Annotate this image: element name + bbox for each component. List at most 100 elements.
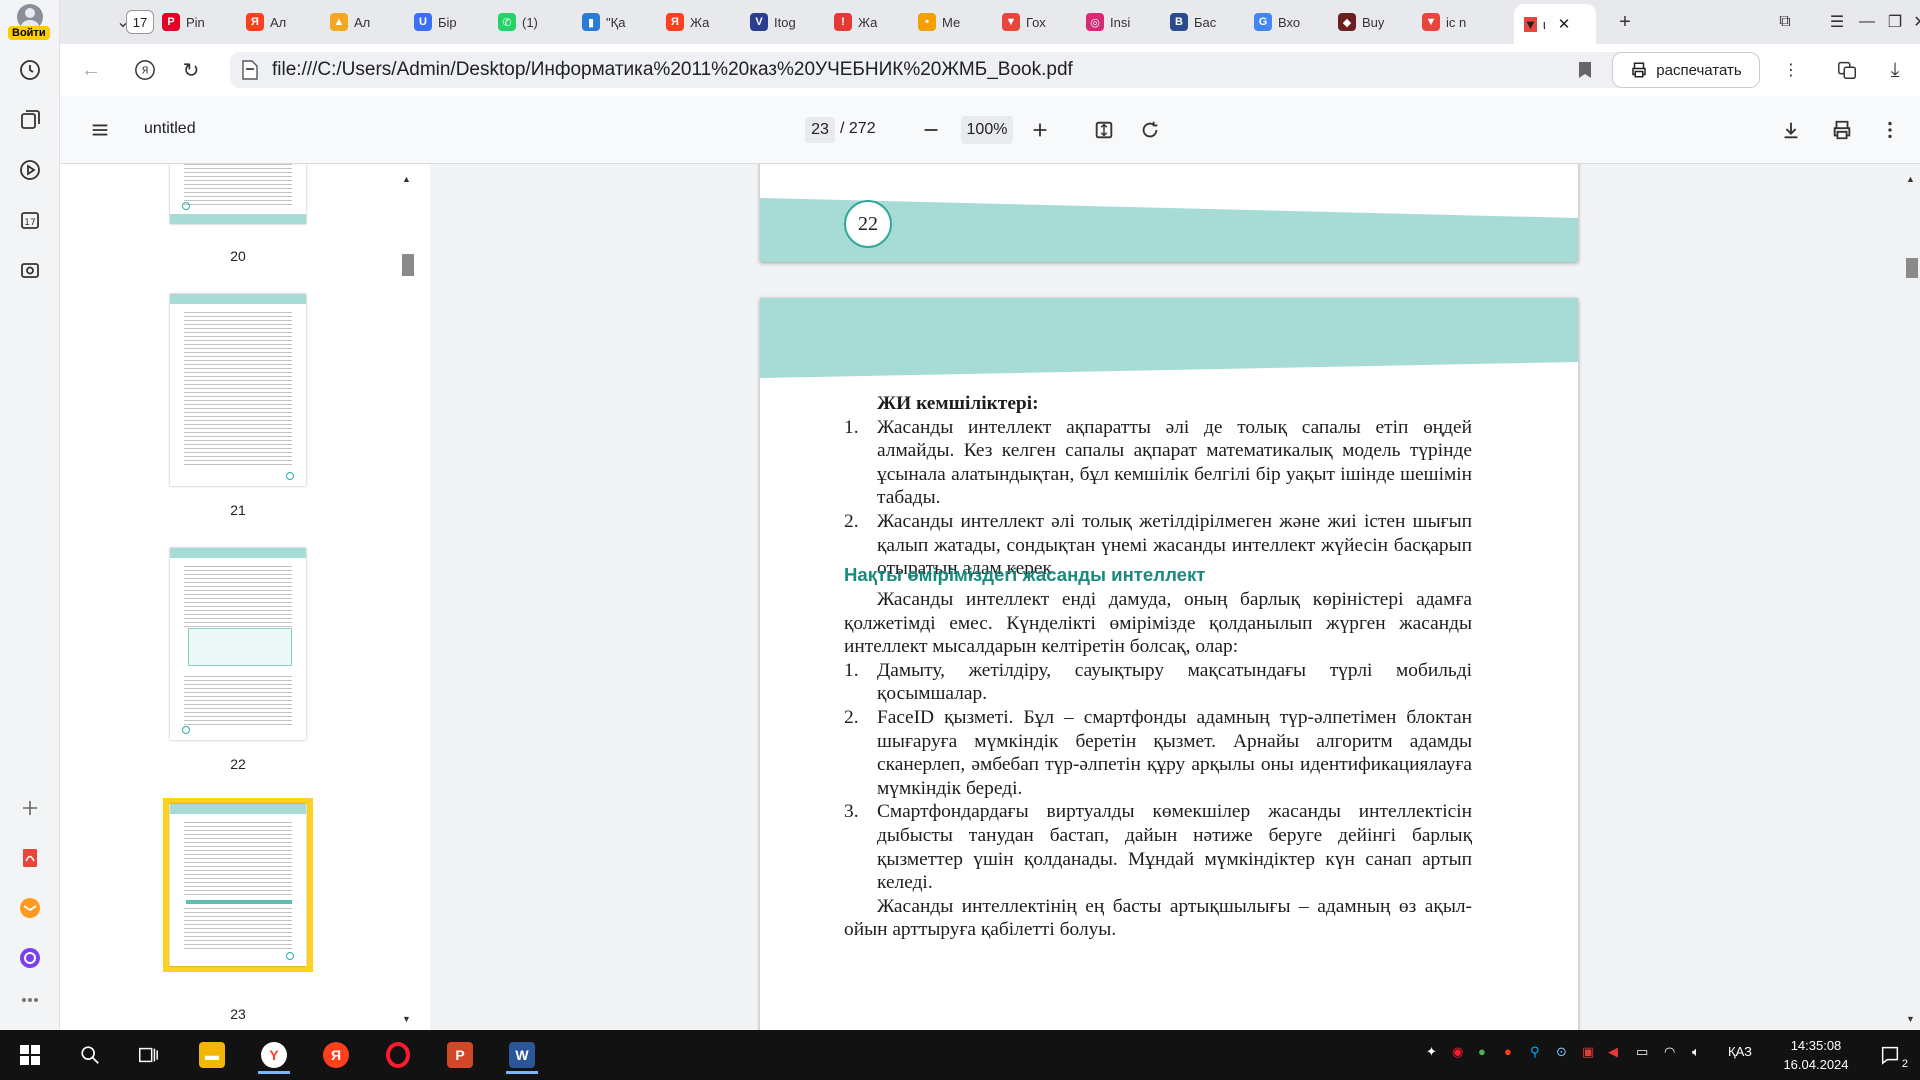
tab-15[interactable]: ▼ ic n	[1422, 8, 1468, 36]
url-field[interactable]: file:///C:/Users/Admin/Desktop/Информати…	[230, 52, 1650, 88]
search-icon[interactable]	[68, 1036, 112, 1074]
scrollbar-thumb[interactable]	[402, 254, 414, 276]
minimize-icon[interactable]: —	[1852, 8, 1882, 36]
tab-5[interactable]: ▮ "Қа	[582, 8, 628, 36]
add-panel-icon[interactable]	[12, 790, 48, 826]
zoom-in-icon[interactable]	[1026, 116, 1054, 144]
menu-icon[interactable]: ☰	[1822, 8, 1852, 36]
list-item: 3. Смартфондардағы виртуалды көмекшілер ж…	[844, 801, 1472, 894]
yandex-icon: Я	[666, 13, 684, 31]
more-icon[interactable]	[12, 990, 48, 1010]
tab-12[interactable]: B Бас	[1170, 8, 1216, 36]
close-window-icon[interactable]: ✕	[1905, 8, 1920, 36]
print-icon[interactable]	[1828, 116, 1856, 144]
yandex-tray-icon[interactable]: ●	[1504, 1044, 1512, 1059]
volume-icon[interactable]: 🔈︎	[1692, 1044, 1700, 1060]
scroll-down-icon[interactable]: ▼	[1906, 1014, 1915, 1024]
pdf-app-icon[interactable]	[12, 840, 48, 876]
close-tab-icon[interactable]: ✕	[1558, 15, 1571, 33]
network-drive-icon[interactable]: ⊙	[1556, 1044, 1567, 1060]
pdf-title: untitled	[144, 120, 196, 137]
opera-icon[interactable]	[376, 1036, 420, 1074]
tab-3[interactable]: U Бір	[414, 8, 460, 36]
scroll-up-icon[interactable]: ▲	[402, 174, 411, 184]
translate-icon[interactable]	[1832, 56, 1862, 84]
viewer-scrollbar[interactable]: ▲ ▼	[1904, 174, 1918, 1024]
tab-4[interactable]: ✆ (1)	[498, 8, 544, 36]
scroll-down-icon[interactable]: ▼	[402, 1014, 411, 1024]
screenshot-icon[interactable]	[12, 252, 48, 288]
rotate-icon[interactable]	[1136, 116, 1164, 144]
tab-1[interactable]: Я Ал	[246, 8, 292, 36]
powerpoint-icon[interactable]: P	[438, 1036, 482, 1074]
tab-13[interactable]: G Вхо	[1254, 8, 1300, 36]
chevron-down-icon[interactable]: ⌄	[108, 8, 138, 36]
pdf-icon: ▼	[1422, 13, 1440, 31]
downloads-icon[interactable]: ⤓	[1880, 56, 1910, 84]
antivirus-icon[interactable]: ▣	[1582, 1044, 1594, 1060]
pdf-icon: ▼	[1002, 13, 1020, 31]
back-icon[interactable]: ←	[76, 56, 106, 84]
scrollbar-thumb[interactable]	[1906, 258, 1918, 278]
zoom-field[interactable]: 100%	[961, 116, 1013, 144]
profile-button[interactable]: Войти	[4, 2, 56, 44]
thumbnail-page-current[interactable]	[170, 804, 306, 966]
zoom-out-icon[interactable]	[917, 116, 945, 144]
thumbnail-label: 22	[230, 756, 246, 772]
thumbnail-page[interactable]	[170, 548, 306, 740]
mail-app-icon[interactable]	[12, 890, 48, 926]
yandex-home-icon[interactable]: Я	[130, 56, 160, 84]
video-icon[interactable]	[12, 152, 48, 188]
download-icon[interactable]	[1777, 116, 1805, 144]
pdf-more-icon[interactable]	[1876, 116, 1904, 144]
clock-time: 14:35:08	[1790, 1038, 1842, 1053]
thumbnail-page[interactable]	[170, 164, 306, 224]
image-icon: ▲	[330, 13, 348, 31]
yandex-browser-icon[interactable]: Y	[252, 1036, 296, 1074]
scroll-up-icon[interactable]: ▲	[1906, 174, 1915, 184]
tab-8[interactable]: ! Жа	[834, 8, 880, 36]
word-icon[interactable]: W	[500, 1036, 544, 1074]
language-indicator[interactable]: ҚАЗ	[1728, 1044, 1752, 1059]
tab-0[interactable]: P Pin	[162, 8, 208, 36]
yandex-icon[interactable]: Я	[314, 1036, 358, 1074]
reload-icon[interactable]: ↻	[176, 56, 206, 84]
tabs-overview-icon[interactable]: ⧉	[1770, 8, 1800, 36]
history-icon[interactable]	[12, 52, 48, 88]
tab-6[interactable]: Я Жа	[666, 8, 712, 36]
bookmark-icon[interactable]	[1570, 56, 1600, 84]
thumbnail-page[interactable]	[170, 294, 306, 486]
tab-2[interactable]: ▲ Ал	[330, 8, 376, 36]
tab-11[interactable]: ◎ Insi	[1086, 8, 1132, 36]
location-icon[interactable]: ⚲	[1530, 1044, 1540, 1060]
speaker-alert-icon[interactable]: ◀	[1608, 1044, 1618, 1060]
alice-assistant-icon[interactable]	[12, 940, 48, 976]
sidebar-toggle-icon[interactable]	[86, 116, 114, 144]
wifi-icon[interactable]: ◠	[1664, 1044, 1675, 1060]
notifications-icon[interactable]: 2	[1868, 1036, 1912, 1074]
tab-7[interactable]: V Itog	[750, 8, 796, 36]
more-options-icon[interactable]: ⋮	[1776, 56, 1806, 84]
tab-active[interactable]: ▼ ι ✕	[1514, 4, 1596, 44]
list-item: 2. FaceID қызметі. Бұл – смартфонды адамн…	[844, 706, 1472, 799]
print-page-button[interactable]: распечатать	[1612, 52, 1760, 88]
system-clock[interactable]: 14:35:08 16.04.2024	[1776, 1036, 1856, 1074]
svg-text:17: 17	[24, 218, 35, 228]
address-bar: ← Я ↻ file:///C:/Users/Admin/Desktop/Инф…	[60, 44, 1920, 96]
tab-10[interactable]: ▼ Гох	[1002, 8, 1048, 36]
page-number-input[interactable]: 23	[805, 117, 835, 143]
battery-icon[interactable]: ▭	[1636, 1044, 1648, 1060]
tray-app-icon[interactable]: ✦	[1426, 1044, 1437, 1060]
collections-icon[interactable]	[12, 102, 48, 138]
tab-9[interactable]: • Ме	[918, 8, 964, 36]
windows-start-icon[interactable]	[8, 1036, 52, 1074]
calendar-icon[interactable]: 17	[12, 202, 48, 238]
new-tab-icon[interactable]: +	[1610, 8, 1640, 36]
tray-circle-icon[interactable]: ●	[1478, 1044, 1486, 1059]
tab-14[interactable]: ◆ Buy	[1338, 8, 1384, 36]
opera-tray-icon[interactable]: ◉	[1452, 1044, 1463, 1060]
fit-page-icon[interactable]	[1090, 116, 1118, 144]
file-explorer-icon[interactable]: ▬	[190, 1036, 234, 1074]
task-view-icon[interactable]	[126, 1036, 170, 1074]
thumbnail-scrollbar[interactable]: ▲ ▼	[400, 174, 414, 1024]
